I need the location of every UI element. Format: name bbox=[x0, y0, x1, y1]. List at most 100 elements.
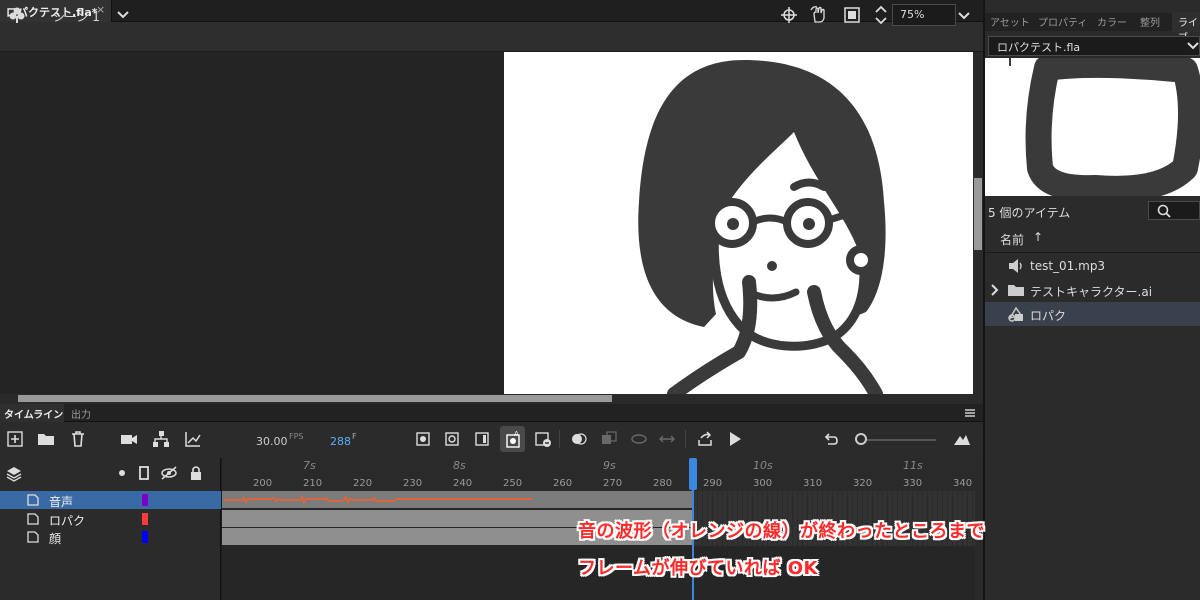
ruler-frame-number: 210 bbox=[303, 478, 323, 489]
zoom-input[interactable]: 75% bbox=[892, 4, 956, 26]
edit-multiple-frames-icon[interactable] bbox=[600, 430, 618, 448]
timeline-zoom-slider[interactable] bbox=[862, 439, 936, 441]
library-item-label: テストキャラクター.ai bbox=[1030, 285, 1153, 299]
rotate-hand-icon[interactable] bbox=[810, 6, 828, 24]
audio-waveform bbox=[224, 494, 532, 505]
layer-icon bbox=[27, 494, 39, 506]
ruler-seconds: 8s bbox=[453, 459, 466, 472]
stage-canvas[interactable] bbox=[504, 52, 973, 394]
tab-align[interactable]: 整列 bbox=[1140, 14, 1160, 29]
layers-icon[interactable] bbox=[6, 466, 22, 482]
annotation-line-1: 音の波形（オレンジの線）が終わったところまで bbox=[578, 521, 985, 542]
character-illustration[interactable] bbox=[504, 52, 973, 394]
chevron-right-icon[interactable] bbox=[989, 283, 1001, 297]
trash-icon[interactable] bbox=[69, 430, 87, 448]
speaker-icon bbox=[1009, 259, 1022, 273]
panel-menu-icon[interactable] bbox=[964, 407, 976, 419]
mountains-icon[interactable] bbox=[953, 430, 971, 448]
ruler-frame-number: 280 bbox=[653, 478, 673, 489]
zoom-stepper-icon[interactable] bbox=[874, 3, 888, 27]
library-item[interactable]: テストキャラクター.ai bbox=[985, 278, 1200, 302]
layer-name[interactable]: 顔 bbox=[49, 530, 61, 547]
tab-timeline-label: タイムライン bbox=[4, 410, 64, 421]
document-tab-bar bbox=[0, 0, 983, 22]
clip-content-icon[interactable] bbox=[843, 6, 861, 24]
layer-color-swatch[interactable] bbox=[142, 531, 148, 543]
layer-icon bbox=[27, 513, 39, 525]
ruler-seconds: 7s bbox=[303, 459, 316, 472]
ruler-frame-number: 250 bbox=[503, 478, 523, 489]
frame-span-sound[interactable] bbox=[222, 491, 693, 508]
layer-icon bbox=[27, 531, 39, 543]
ruler-frame-number: 270 bbox=[603, 478, 623, 489]
library-column-name[interactable]: 名前 bbox=[1000, 231, 1024, 248]
auto-keyframe-icon[interactable]: A bbox=[504, 430, 522, 448]
divider bbox=[985, 252, 1200, 253]
ruler-frame-number: 340 bbox=[953, 478, 973, 489]
loop-playback-icon[interactable] bbox=[696, 430, 714, 448]
layer-color-swatch[interactable] bbox=[142, 494, 148, 506]
onion-outline-icon[interactable] bbox=[630, 430, 648, 448]
insert-frame-icon[interactable] bbox=[473, 430, 491, 448]
chevron-down-icon[interactable] bbox=[957, 9, 971, 23]
layer-row-face[interactable]: 顔 bbox=[0, 528, 221, 546]
layer-parenting-icon[interactable] bbox=[152, 430, 170, 448]
sort-ascending-icon[interactable]: ↑ bbox=[1033, 230, 1043, 244]
playhead-handle[interactable] bbox=[689, 458, 697, 490]
graph-icon[interactable] bbox=[184, 430, 202, 448]
chevron-down-icon[interactable] bbox=[1186, 39, 1200, 53]
ruler-frame-number: 330 bbox=[903, 478, 923, 489]
eye-hidden-icon[interactable] bbox=[160, 466, 178, 480]
library-item-selected[interactable]: ロパク bbox=[985, 302, 1200, 326]
tab-color[interactable]: カラー bbox=[1097, 14, 1127, 29]
layer-row-mouth[interactable]: ロパク bbox=[0, 510, 221, 528]
scene-clover-icon[interactable] bbox=[8, 6, 26, 24]
library-search-input[interactable] bbox=[1148, 201, 1200, 220]
timeline-tab-bar bbox=[0, 404, 983, 422]
undo-zoom-icon[interactable] bbox=[822, 430, 840, 448]
ruler-frame-number: 230 bbox=[403, 478, 423, 489]
library-item[interactable]: test_01.mp3 bbox=[985, 254, 1200, 278]
ruler-frame-number: 300 bbox=[753, 478, 773, 489]
current-frame-value[interactable]: 288 bbox=[330, 435, 351, 448]
insert-keyframe-icon[interactable] bbox=[414, 430, 432, 448]
stage-horizontal-scroll-thumb[interactable] bbox=[18, 395, 612, 402]
annotation-line-2: フレームが伸びていれば OK bbox=[578, 558, 818, 579]
insert-blank-keyframe-icon[interactable] bbox=[443, 430, 461, 448]
tab-assets[interactable]: アセット bbox=[990, 14, 1030, 29]
layer-color-swatch[interactable] bbox=[142, 513, 148, 525]
loop-range-icon[interactable] bbox=[658, 430, 676, 448]
onion-skin-icon[interactable] bbox=[570, 430, 588, 448]
stage-vertical-scroll-thumb[interactable] bbox=[974, 178, 982, 250]
graphic-symbol-icon bbox=[1008, 306, 1023, 322]
tab-properties[interactable]: プロパティ bbox=[1038, 14, 1087, 29]
lock-icon[interactable] bbox=[189, 465, 203, 481]
timeline-zoom-handle[interactable] bbox=[855, 433, 867, 445]
layer-row-sound[interactable]: 音声 bbox=[0, 491, 221, 509]
divider bbox=[559, 430, 560, 448]
divider bbox=[685, 430, 686, 448]
frame-unit: F bbox=[352, 432, 357, 441]
svg-text:A: A bbox=[514, 430, 519, 438]
show-all-dot-icon[interactable] bbox=[118, 469, 126, 477]
search-icon bbox=[1157, 204, 1171, 218]
clear-keyframe-icon[interactable] bbox=[534, 430, 552, 448]
scene-selector[interactable]: シーン 1 bbox=[53, 8, 100, 25]
ruler-frame-number: 320 bbox=[853, 478, 873, 489]
folder-icon[interactable] bbox=[37, 430, 55, 448]
layer-name[interactable]: ロパク bbox=[49, 512, 85, 529]
fps-unit: FPS bbox=[289, 432, 304, 441]
fps-value[interactable]: 30.00 bbox=[256, 435, 288, 448]
play-icon[interactable] bbox=[726, 430, 744, 448]
center-stage-icon[interactable] bbox=[780, 6, 798, 24]
layer-name[interactable]: 音声 bbox=[49, 493, 73, 510]
new-layer-icon[interactable] bbox=[6, 430, 24, 448]
ruler-seconds: 10s bbox=[753, 459, 773, 472]
chevron-down-icon[interactable] bbox=[116, 8, 130, 22]
outline-toggle-icon[interactable] bbox=[138, 466, 150, 480]
tab-output[interactable]: 出力 bbox=[71, 406, 91, 421]
camera-icon[interactable] bbox=[120, 430, 138, 448]
library-item-label: test_01.mp3 bbox=[1030, 259, 1106, 273]
ruler-frame-number: 310 bbox=[803, 478, 823, 489]
ruler-frame-number: 220 bbox=[353, 478, 373, 489]
